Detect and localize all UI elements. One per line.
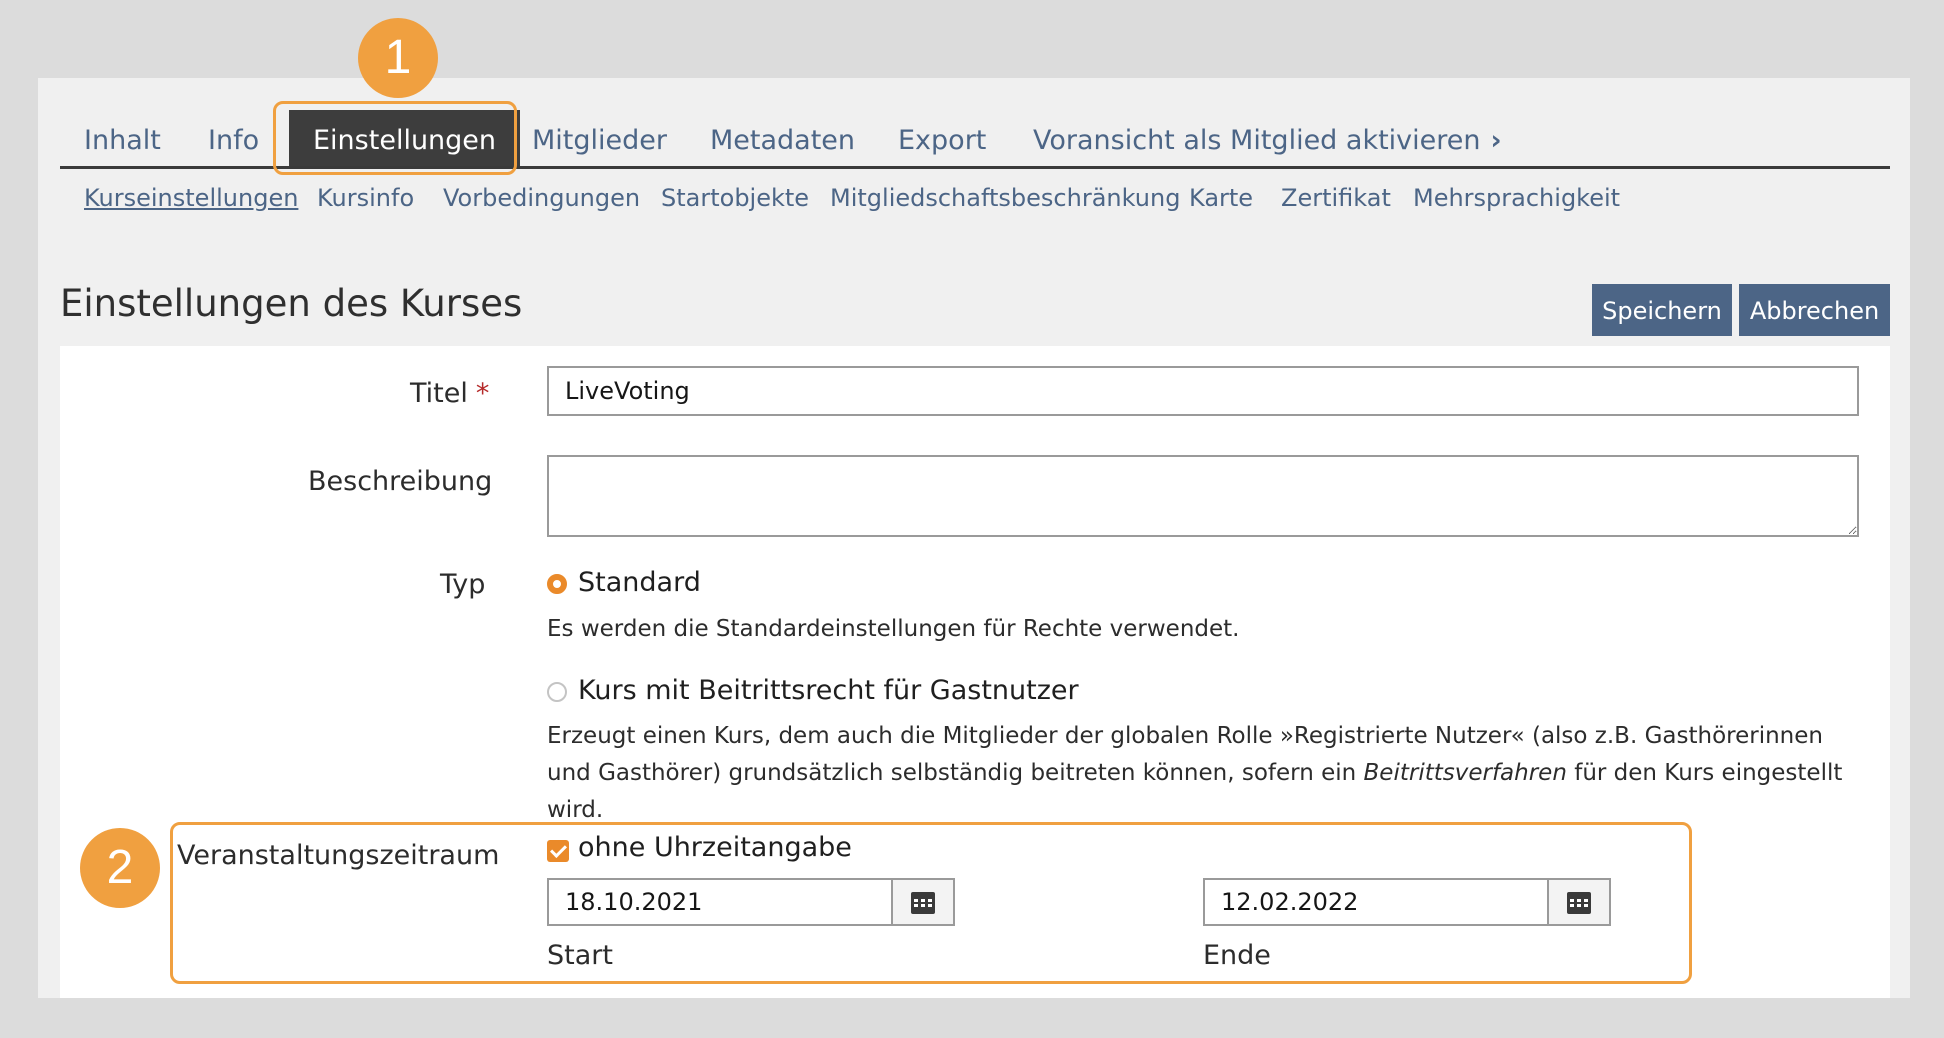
callout-2-badge: 2 (80, 828, 160, 908)
subtab-startobjekte[interactable]: Startobjekte (661, 184, 809, 212)
subtab-vorbedingungen[interactable]: Vorbedingungen (443, 184, 640, 212)
type-guest-label[interactable]: Kurs mit Beitrittsrecht für Gastnutzer (578, 675, 1079, 706)
tab-label: Voransicht als Mitglied aktivieren (1033, 125, 1481, 156)
title-label: Titel * (410, 378, 489, 409)
type-standard-label[interactable]: Standard (578, 567, 701, 598)
help-emphasis: Beitrittsverfahren (1363, 760, 1567, 786)
tab-label: Export (898, 125, 987, 156)
type-standard-help: Es werden die Standardeinstellungen für … (547, 616, 1240, 642)
type-label: Typ (440, 569, 486, 600)
tab-metadaten[interactable]: Metadaten (710, 110, 855, 166)
tab-label: Inhalt (84, 125, 161, 156)
callout-1-highlight (273, 101, 517, 175)
callout-2-highlight (170, 822, 1692, 984)
subtab-kursinfo[interactable]: Kursinfo (317, 184, 414, 212)
tab-label: Metadaten (710, 125, 856, 156)
description-label: Beschreibung (308, 466, 493, 497)
cancel-button[interactable]: Abbrechen (1739, 284, 1890, 336)
subtab-karte[interactable]: Karte (1189, 184, 1253, 212)
title-input[interactable] (547, 366, 1859, 416)
tab-info[interactable]: Info (208, 110, 259, 166)
chevron-right-icon: › (1490, 125, 1502, 156)
title-label-text: Titel (410, 378, 468, 409)
callout-1-badge: 1 (358, 18, 438, 98)
required-mark: * (475, 378, 490, 409)
tab-label: Info (208, 125, 260, 156)
type-guest-radio[interactable] (547, 682, 567, 702)
page-title: Einstellungen des Kurses (60, 282, 523, 325)
description-textarea[interactable] (547, 455, 1859, 537)
tab-mitglieder[interactable]: Mitglieder (532, 110, 667, 166)
subtab-mitgliedschaftsbeschraenkung[interactable]: Mitgliedschaftsbeschränkung (830, 184, 1180, 212)
subtab-mehrsprachigkeit[interactable]: Mehrsprachigkeit (1413, 184, 1620, 212)
subtab-kurseinstellungen[interactable]: Kurseinstellungen (84, 184, 298, 212)
tab-label: Mitglieder (532, 125, 667, 156)
type-standard-radio[interactable] (547, 574, 567, 594)
save-button[interactable]: Speichern (1592, 284, 1732, 336)
tab-export[interactable]: Export (898, 110, 986, 166)
type-guest-help: Erzeugt einen Kurs, dem auch die Mitglie… (547, 718, 1857, 829)
tab-inhalt[interactable]: Inhalt (84, 110, 161, 166)
subtab-zertifikat[interactable]: Zertifikat (1281, 184, 1391, 212)
tab-preview-as-member[interactable]: Voransicht als Mitglied aktivieren › (1033, 110, 1502, 166)
